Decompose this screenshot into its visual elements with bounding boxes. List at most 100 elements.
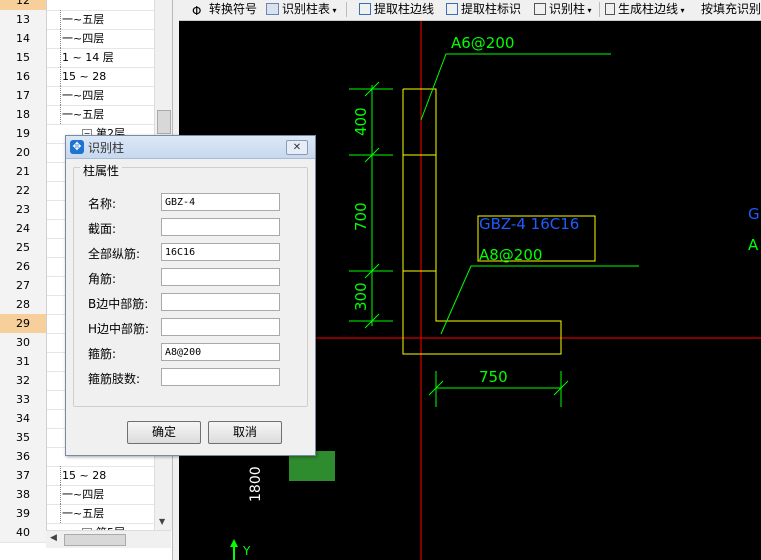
tree-leaf-node: 一~四层 [54, 485, 154, 504]
fill-identify-button[interactable]: 按填充识别 [701, 1, 761, 18]
tree-row-number: 30 [0, 333, 47, 352]
tree-row-number: 13 [0, 10, 47, 29]
stirrup-legs-label: 箍筋肢数: [88, 372, 141, 386]
name-label: 名称: [88, 197, 117, 211]
identify-column-dialog: ✥ 识别柱 ✕ 柱属性 名称: GBZ-4 截面: 全部纵筋: 16C16 角筋… [65, 135, 316, 456]
tree-row[interactable]: 16 15 ~ 28 [0, 67, 160, 87]
tree-row[interactable]: 38 一~四层 [0, 485, 160, 505]
tree-leaf-node: 一~五层 [54, 504, 154, 523]
ok-button[interactable]: 确定 [127, 421, 201, 444]
stirrup-label: 箍筋: [88, 347, 117, 361]
generate-column-edge-button[interactable]: 生成柱边线 ▾ [605, 1, 685, 18]
identify-column-table-label: 识别柱表 [282, 2, 331, 16]
all-rebar-label: 全部纵筋: [88, 247, 141, 261]
edge-label-a: A [748, 236, 759, 254]
tree-row-number: 21 [0, 162, 47, 181]
tree-leaf-node: 一~五层 [54, 105, 154, 124]
tree-node-label: 15 ~ 28 [62, 70, 107, 83]
scroll-down-arrow-icon[interactable]: ▼ [159, 517, 165, 526]
tree-row-number: 40 [0, 523, 47, 542]
tree-row[interactable]: 15 1 ~ 14 层 [0, 48, 160, 68]
corner-rebar-label: 角筋: [88, 272, 117, 286]
tree-row-number: 26 [0, 257, 47, 276]
tree-row-number: 16 [0, 67, 47, 86]
tree-row-number: 19 [0, 124, 47, 143]
tree-row-number: 38 [0, 485, 47, 504]
label-top-rebar: A6@200 [451, 34, 514, 52]
tree-row-number: 31 [0, 352, 47, 371]
dialog-titlebar[interactable]: ✥ 识别柱 ✕ [66, 136, 315, 159]
tree-row[interactable]: 13 一~五层 [0, 10, 160, 30]
corner-rebar-field[interactable] [161, 268, 280, 286]
tree-leaf-node: 一~四层 [54, 86, 154, 105]
extract-column-edge-button[interactable]: 提取柱边线 [359, 1, 434, 18]
tree-row-number: 15 [0, 48, 47, 67]
all-rebar-field[interactable]: 16C16 [161, 243, 280, 261]
h-mid-rebar-label: H边中部筋: [88, 322, 150, 336]
tree-row-number: 12 [0, 0, 47, 10]
tree-row[interactable]: 17 一~四层 [0, 86, 160, 106]
leader-line-stirrup [440, 265, 639, 335]
toolbar-divider [346, 2, 347, 17]
scroll-thumb[interactable] [157, 110, 171, 134]
tree-row-number: 29 [0, 314, 47, 333]
tree-node-label: 一~四层 [62, 32, 105, 45]
tree-row-number: 18 [0, 105, 47, 124]
edge-label-g: G [748, 205, 760, 223]
tree-empty-cell [54, 0, 154, 10]
dropdown-arrow-icon: ▾ [585, 6, 592, 15]
extract-column-edge-label: 提取柱边线 [374, 2, 435, 16]
stirrup-legs-field[interactable] [161, 368, 280, 386]
generate-column-edge-label: 生成柱边线 [618, 2, 679, 16]
dropdown-arrow-icon: ▾ [330, 6, 337, 15]
b-mid-rebar-field[interactable] [161, 293, 280, 311]
phi-symbol-icon: Φ [192, 4, 202, 18]
dialog-close-button[interactable]: ✕ [286, 140, 308, 155]
dimension-label-700: 700 [352, 202, 370, 231]
tree-node-label: 一~五层 [62, 108, 105, 121]
section-field[interactable] [161, 218, 280, 236]
dimension-label-400: 400 [352, 107, 370, 136]
tree-row-number: 37 [0, 466, 47, 485]
tree-node-label: 一~五层 [62, 507, 105, 520]
tree-row-number: 39 [0, 504, 47, 523]
name-field[interactable]: GBZ-4 [161, 193, 280, 211]
tree-row[interactable]: 39 一~五层 [0, 504, 160, 524]
tree-leaf-node: 一~四层 [54, 29, 154, 48]
h-mid-rebar-field[interactable] [161, 318, 280, 336]
tree-row-number: 34 [0, 409, 47, 428]
dimension-label-300: 300 [352, 282, 370, 311]
scroll-left-arrow-icon[interactable]: ◀ [50, 533, 57, 543]
stirrup-field[interactable]: A8@200 [161, 343, 280, 361]
tree-row-number: 17 [0, 86, 47, 105]
tree-leaf-node: 1 ~ 14 层 [54, 48, 154, 67]
cad-toolbar: Φ 转换符号 识别柱表 ▾ 提取柱边线 提取柱标识 识别柱 ▾ 生成柱边线 ▾ 按… [179, 0, 761, 21]
tree-horizontal-scrollbar[interactable]: ◀ [46, 530, 171, 548]
dialog-app-icon: ✥ [70, 140, 84, 154]
tree-row[interactable]: 18 一~五层 [0, 105, 160, 125]
tree-node-label: 1 ~ 14 层 [62, 51, 114, 64]
tree-leaf-node: 15 ~ 28 [54, 466, 154, 485]
section-label: 截面: [88, 222, 117, 236]
table-icon [266, 3, 279, 15]
tree-node-label: 一~四层 [62, 488, 105, 501]
cancel-button[interactable]: 取消 [208, 421, 282, 444]
identify-column-table-button[interactable]: 识别柱表 ▾ [266, 1, 337, 18]
identify-column-label: 识别柱 [549, 2, 586, 16]
tree-row-number: 23 [0, 200, 47, 219]
dialog-title: 识别柱 [88, 141, 125, 155]
convert-symbol-label: 转换符号 [209, 2, 258, 16]
scroll-thumb[interactable] [64, 534, 126, 546]
identify-column-button[interactable]: 识别柱 ▾ [534, 1, 592, 18]
extract-column-label-button[interactable]: 提取柱标识 [446, 1, 521, 18]
tree-row-number: 28 [0, 295, 47, 314]
tree-row[interactable]: 37 15 ~ 28 [0, 466, 160, 486]
tree-row[interactable]: 14 一~四层 [0, 29, 160, 49]
convert-symbol-button[interactable]: Φ 转换符号 [192, 1, 257, 18]
tree-row-number: 36 [0, 447, 47, 466]
leader-line-top-rebar [420, 53, 611, 121]
extract-column-label-label: 提取柱标识 [461, 2, 522, 16]
dimension-label-750: 750 [479, 368, 508, 386]
label-stirrup: A8@200 [479, 246, 542, 264]
tree-node-label: 一~五层 [62, 13, 105, 26]
